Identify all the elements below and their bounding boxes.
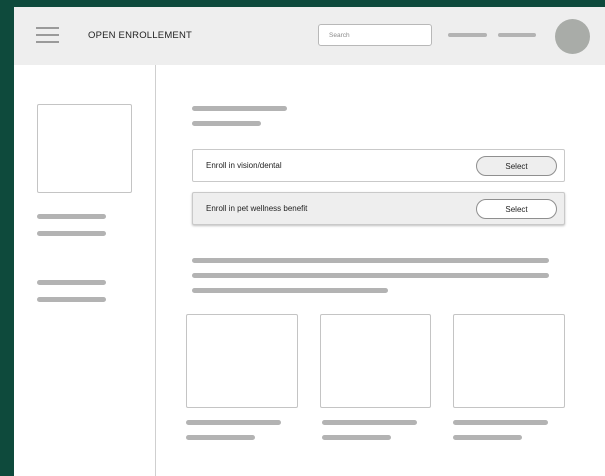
sidebar-text-placeholder bbox=[37, 214, 106, 219]
menu-line bbox=[36, 41, 59, 43]
select-button[interactable]: Select bbox=[476, 156, 557, 176]
nav-link-placeholder[interactable] bbox=[498, 33, 536, 37]
option-row-pet-wellness[interactable]: Enroll in pet wellness benefit Select bbox=[192, 192, 565, 225]
menu-line bbox=[36, 27, 59, 29]
card-caption-placeholder bbox=[186, 435, 255, 440]
paragraph-line-placeholder bbox=[192, 288, 388, 293]
menu-line bbox=[36, 34, 59, 36]
option-label: Enroll in pet wellness benefit bbox=[206, 204, 308, 213]
app-title: OPEN ENROLLEMENT bbox=[88, 30, 193, 41]
sidebar-text-placeholder bbox=[37, 280, 106, 285]
card-title-placeholder bbox=[186, 420, 281, 425]
card-caption-placeholder bbox=[322, 435, 391, 440]
nav-link-placeholder[interactable] bbox=[448, 33, 487, 37]
sidebar-divider bbox=[155, 65, 156, 476]
sidebar-text-placeholder bbox=[37, 297, 106, 302]
paragraph-line-placeholder bbox=[192, 273, 549, 278]
search-input[interactable] bbox=[318, 24, 432, 46]
app-window: OPEN ENROLLEMENT Enroll in vision/dental… bbox=[14, 7, 605, 476]
user-avatar[interactable] bbox=[555, 19, 590, 54]
sidebar-image-placeholder bbox=[37, 104, 132, 193]
top-bar: OPEN ENROLLEMENT bbox=[14, 7, 605, 65]
select-button[interactable]: Select bbox=[476, 199, 557, 219]
card-image-placeholder[interactable] bbox=[453, 314, 565, 408]
heading-placeholder bbox=[192, 106, 287, 111]
card-title-placeholder bbox=[322, 420, 417, 425]
paragraph-line-placeholder bbox=[192, 258, 549, 263]
sidebar-text-placeholder bbox=[37, 231, 106, 236]
card-image-placeholder[interactable] bbox=[186, 314, 298, 408]
subheading-placeholder bbox=[192, 121, 261, 126]
card-caption-placeholder bbox=[453, 435, 522, 440]
option-label: Enroll in vision/dental bbox=[206, 161, 282, 170]
card-title-placeholder bbox=[453, 420, 548, 425]
hamburger-menu-icon[interactable] bbox=[36, 27, 60, 45]
option-row-vision-dental[interactable]: Enroll in vision/dental Select bbox=[192, 149, 565, 182]
card-image-placeholder[interactable] bbox=[320, 314, 431, 408]
